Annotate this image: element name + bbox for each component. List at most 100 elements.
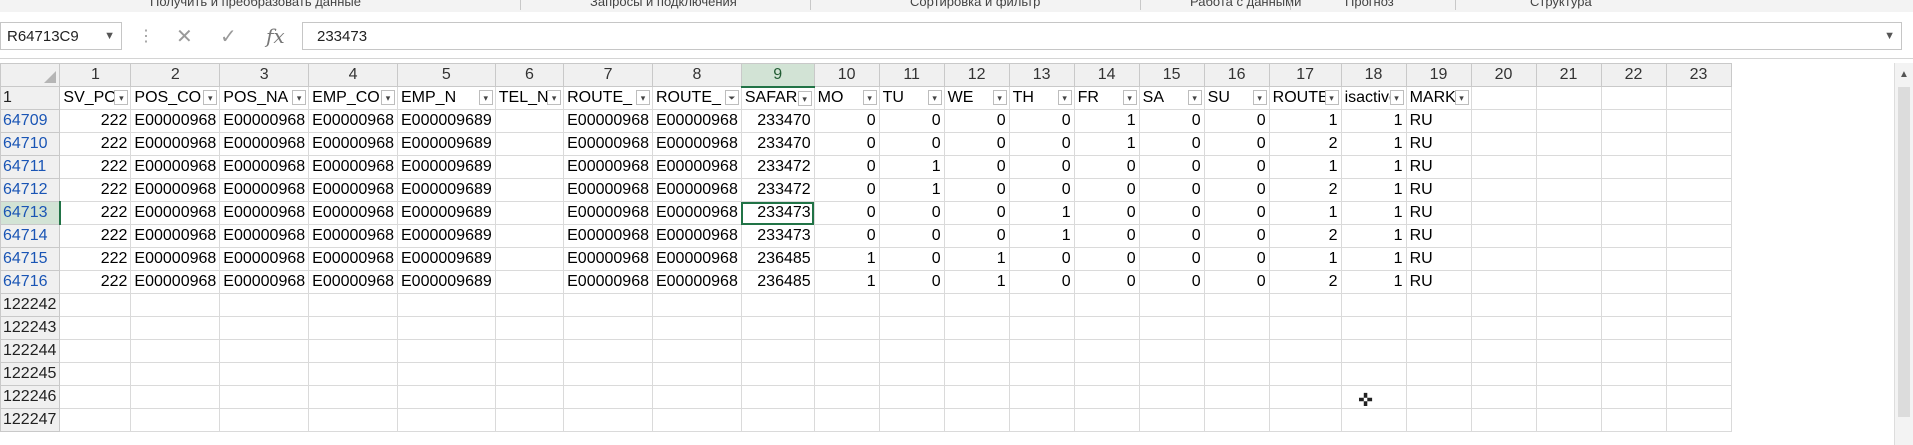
empty-cell[interactable]	[130, 385, 221, 409]
cell[interactable]: E00000968	[130, 270, 221, 294]
cell[interactable]: E00000968	[651, 155, 742, 179]
empty-cell[interactable]	[1268, 316, 1342, 340]
empty-cell[interactable]	[1470, 362, 1537, 386]
cell[interactable]: 222	[59, 270, 132, 294]
cell[interactable]: 0	[1138, 270, 1205, 294]
column-header-5[interactable]: 5	[397, 63, 496, 87]
ribbon-group-sort-filter[interactable]: Сортировка и фильтр	[910, 0, 1040, 9]
empty-cell[interactable]	[1535, 109, 1602, 133]
cell[interactable]: 233470	[740, 109, 815, 133]
empty-cell[interactable]	[1340, 408, 1407, 432]
header-cell[interactable]: TEL_NC ▾	[494, 86, 565, 110]
empty-cell[interactable]	[1138, 293, 1205, 317]
empty-cell[interactable]	[1600, 339, 1667, 363]
ribbon-group-outline[interactable]: Структура	[1530, 0, 1592, 9]
cell[interactable]: E000009689	[397, 178, 496, 202]
cell[interactable]: 0	[1203, 155, 1270, 179]
row-header[interactable]: 64716	[0, 270, 61, 294]
empty-cell[interactable]	[813, 339, 880, 363]
cell[interactable]: E00000968	[130, 109, 221, 133]
empty-cell[interactable]	[1665, 132, 1732, 156]
formula-bar-resize-handle[interactable]: ⋮	[138, 26, 154, 46]
cell[interactable]: E00000968	[219, 155, 310, 179]
filter-dropdown-icon[interactable]: ▾	[1057, 90, 1072, 105]
empty-cell[interactable]	[130, 316, 221, 340]
column-header-10[interactable]: 10	[813, 63, 880, 87]
filter-active-icon[interactable]: ⏷	[724, 90, 739, 105]
filter-dropdown-icon[interactable]: ▾	[114, 90, 129, 105]
cell[interactable]: 222	[59, 178, 132, 202]
filter-dropdown-icon[interactable]: ▾	[478, 90, 493, 105]
empty-cell[interactable]	[1405, 293, 1472, 317]
cell[interactable]: E000009689	[397, 247, 496, 271]
empty-cell[interactable]	[494, 339, 565, 363]
empty-cell[interactable]	[1600, 201, 1667, 225]
empty-cell[interactable]	[494, 362, 565, 386]
cell[interactable]: E00000968	[219, 201, 310, 225]
empty-cell[interactable]	[1268, 408, 1342, 432]
select-all-corner[interactable]	[0, 63, 61, 87]
cell[interactable]: 0	[1138, 155, 1205, 179]
cell[interactable]: 1	[1008, 201, 1075, 225]
empty-cell[interactable]	[1340, 362, 1407, 386]
column-header-6[interactable]: 6	[494, 63, 565, 87]
empty-cell[interactable]	[1073, 316, 1140, 340]
ribbon-group-forecast[interactable]: Прогноз	[1345, 0, 1394, 9]
cell[interactable]: 1	[1340, 155, 1407, 179]
cell[interactable]: 0	[813, 224, 880, 248]
cell[interactable]: 0	[1138, 109, 1205, 133]
empty-cell[interactable]	[59, 362, 132, 386]
header-cell[interactable]: ROUTE_ ⏷	[651, 86, 742, 110]
empty-cell[interactable]	[59, 408, 132, 432]
empty-cell[interactable]	[1008, 408, 1075, 432]
cell[interactable]: 0	[1138, 201, 1205, 225]
empty-cell[interactable]	[878, 408, 945, 432]
empty-cell[interactable]	[1535, 155, 1602, 179]
cancel-icon[interactable]: ✕	[176, 24, 193, 49]
row-header[interactable]: 64715	[0, 247, 61, 271]
cell[interactable]: 0	[943, 132, 1010, 156]
empty-cell[interactable]	[813, 385, 880, 409]
empty-cell[interactable]	[943, 293, 1010, 317]
column-header-13[interactable]: 13	[1008, 63, 1075, 87]
empty-cell[interactable]	[1665, 201, 1732, 225]
empty-cell[interactable]	[1405, 385, 1472, 409]
empty-cell[interactable]	[943, 385, 1010, 409]
cell[interactable]: 0	[1073, 224, 1140, 248]
empty-cell[interactable]	[219, 362, 310, 386]
cell[interactable]: E00000968	[308, 247, 398, 271]
cell[interactable]: E00000968	[308, 155, 398, 179]
empty-cell[interactable]	[1008, 316, 1075, 340]
row-header[interactable]: 64714	[0, 224, 61, 248]
cell[interactable]: 0	[1073, 178, 1140, 202]
empty-cell[interactable]	[1535, 362, 1602, 386]
cell[interactable]: 0	[1008, 178, 1075, 202]
cell[interactable]: E000009689	[397, 224, 496, 248]
empty-cell[interactable]	[563, 293, 653, 317]
filter-dropdown-icon[interactable]: ▾	[203, 90, 218, 105]
filter-dropdown-icon[interactable]: ▾	[1252, 90, 1267, 105]
worksheet-grid[interactable]: 1 2 3 4 5 6 7 8 9 10 11 12 13 14 15 16 17 18 19 20 21 22 23 1S…	[0, 63, 1913, 445]
empty-cell[interactable]	[1138, 408, 1205, 432]
empty-cell[interactable]	[494, 385, 565, 409]
empty-cell[interactable]	[878, 362, 945, 386]
cell[interactable]: 236485	[740, 270, 815, 294]
cell[interactable]: 1	[943, 247, 1010, 271]
empty-cell[interactable]	[1665, 339, 1732, 363]
cell[interactable]: E000009689	[397, 132, 496, 156]
cell[interactable]: 0	[1138, 132, 1205, 156]
empty-cell[interactable]	[1203, 293, 1270, 317]
empty-cell[interactable]	[1600, 155, 1667, 179]
empty-cell[interactable]	[1470, 86, 1537, 110]
cell[interactable]: RU	[1405, 155, 1472, 179]
scroll-up-icon[interactable]: ▲	[1899, 69, 1909, 80]
cell[interactable]: RU	[1405, 132, 1472, 156]
empty-cell[interactable]	[1665, 109, 1732, 133]
cell[interactable]: E00000968	[563, 247, 653, 271]
cell[interactable]: 0	[943, 224, 1010, 248]
empty-cell[interactable]	[1073, 385, 1140, 409]
insert-function-icon[interactable]: fx	[266, 24, 285, 48]
cell[interactable]: E00000968	[651, 247, 742, 271]
row-header[interactable]: 1	[0, 86, 61, 110]
cell[interactable]: 233473	[740, 224, 815, 248]
